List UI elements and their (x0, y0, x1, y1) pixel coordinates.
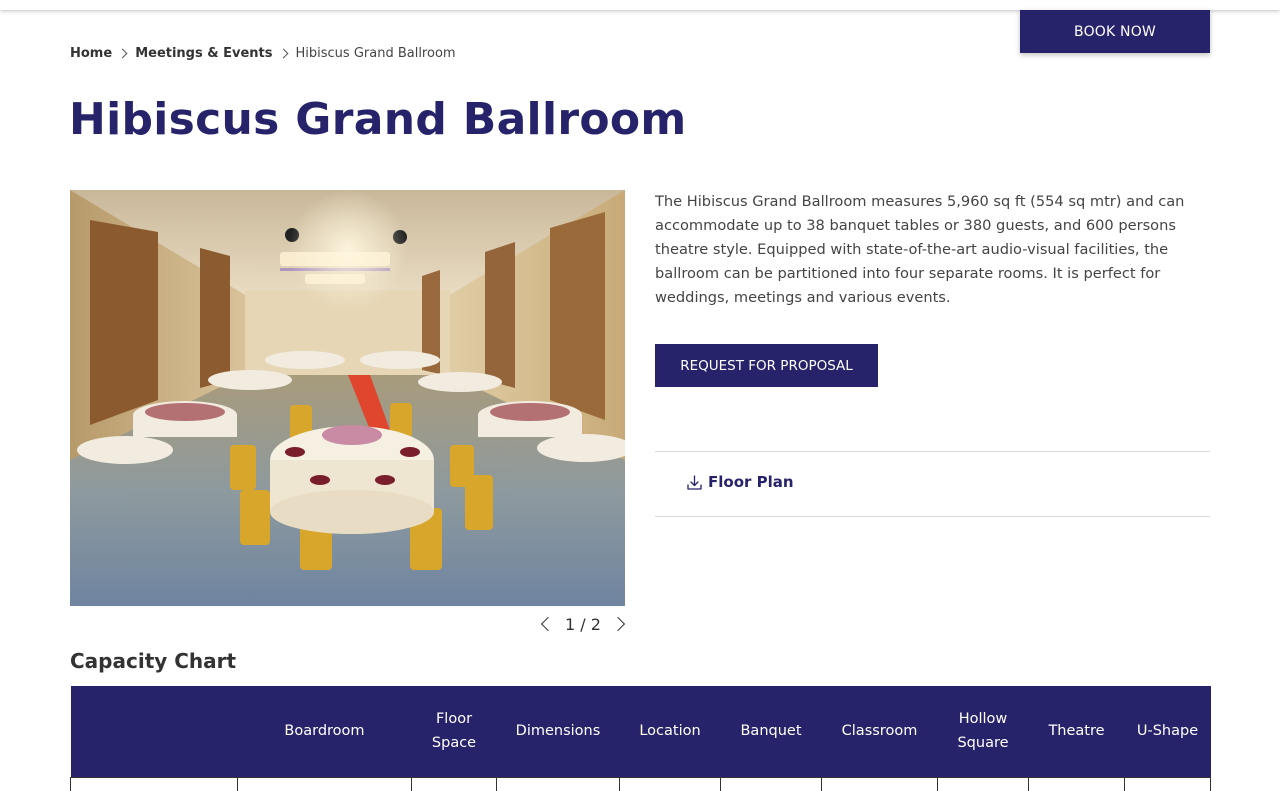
breadcrumb-meetings-link[interactable]: Meetings & Events (135, 46, 272, 61)
chevron-left-icon[interactable] (536, 612, 556, 636)
top-navigation-bar (0, 0, 1280, 10)
venue-description: The Hibiscus Grand Ballroom measures 5,9… (655, 193, 1185, 306)
gallery-counter: 1 / 2 (565, 614, 601, 634)
table-cell (411, 776, 497, 791)
column-header-theatre: Theatre (1028, 686, 1125, 777)
ballroom-photo (70, 190, 625, 606)
table-cell (1124, 776, 1211, 791)
download-icon (686, 474, 703, 491)
table-cell (619, 776, 721, 791)
floor-plan-label: Floor Plan (708, 473, 794, 491)
table-cell (70, 776, 238, 791)
request-proposal-button[interactable]: REQUEST FOR PROPOSAL (655, 344, 878, 387)
column-header-hollow-square: Hollow Square (937, 686, 1029, 777)
breadcrumb: Home Meetings & Events Hibiscus Grand Ba… (70, 44, 456, 62)
page-title: Hibiscus Grand Ballroom (69, 94, 687, 145)
table-cell (821, 776, 938, 791)
column-header-boardroom: Boardroom (237, 686, 412, 777)
column-header-dimensions: Dimensions (496, 686, 620, 777)
table-cell (496, 776, 620, 791)
capacity-chart-heading: Capacity Chart (70, 649, 237, 673)
chevron-right-icon (117, 48, 128, 58)
table-row (70, 776, 1211, 791)
table-cell (937, 776, 1029, 791)
chevron-right-icon[interactable] (610, 612, 630, 636)
table-cell (237, 776, 412, 791)
divider (655, 516, 1210, 517)
column-header-u-shape: U-Shape (1124, 686, 1211, 777)
table-cell (720, 776, 822, 791)
floor-plan-link[interactable]: Floor Plan (686, 473, 794, 491)
breadcrumb-current: Hibiscus Grand Ballroom (295, 45, 456, 61)
column-header (70, 686, 238, 777)
divider (655, 451, 1210, 452)
column-header-location: Location (619, 686, 721, 777)
table-cell (1028, 776, 1125, 791)
column-header-banquet: Banquet (720, 686, 822, 777)
book-now-button[interactable]: BOOK NOW (1020, 10, 1210, 53)
gallery-pager: 1 / 2 (536, 612, 630, 636)
column-header-floor-space: Floor Space (411, 686, 497, 777)
breadcrumb-home-link[interactable]: Home (70, 46, 112, 61)
column-header-classroom: Classroom (821, 686, 938, 777)
capacity-table: Boardroom Floor Space Dimensions Locatio… (70, 686, 1211, 791)
table-header-row: Boardroom Floor Space Dimensions Locatio… (70, 686, 1211, 777)
chevron-right-icon (278, 48, 288, 58)
